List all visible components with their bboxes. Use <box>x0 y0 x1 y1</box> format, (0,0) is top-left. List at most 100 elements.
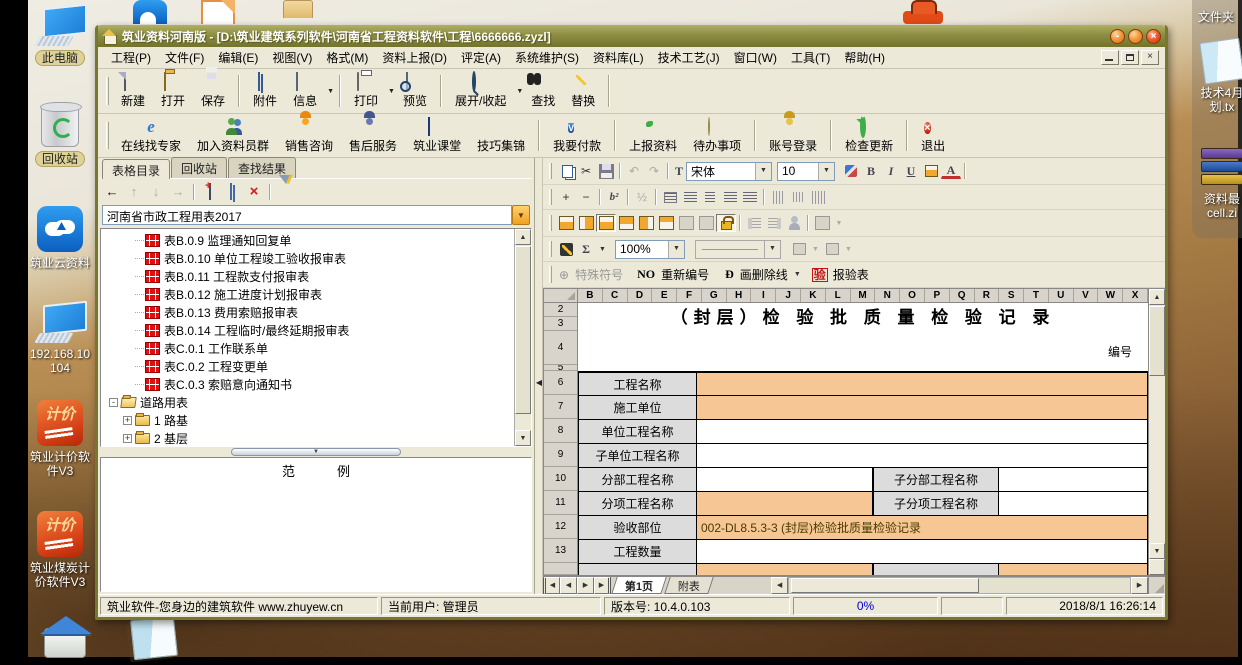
column-header[interactable]: F <box>677 289 702 302</box>
split-cell-button[interactable] <box>636 214 656 232</box>
column-header[interactable]: J <box>776 289 801 302</box>
template-combo-dropdown[interactable]: ▼ <box>512 205 530 225</box>
undo-button[interactable]: ↶ <box>624 162 644 180</box>
form-value-cell[interactable] <box>696 468 873 492</box>
menu-file[interactable]: 文件(F) <box>158 47 211 68</box>
menu-project[interactable]: 工程(P) <box>104 47 158 68</box>
mdi-restore-button[interactable] <box>1121 50 1139 65</box>
row-header[interactable]: 12 <box>544 515 577 539</box>
column-header[interactable]: E <box>652 289 677 302</box>
tree-item[interactable]: 表B.0.14 工程临时/最终延期报审表 <box>101 321 531 339</box>
nav-back-button[interactable]: ← <box>102 182 122 201</box>
vertical-dense-button[interactable] <box>808 188 828 206</box>
sales-consult-button[interactable]: 销售咨询 <box>277 115 341 157</box>
preview-button[interactable]: 预览 <box>395 70 435 112</box>
form-label-cell[interactable] <box>578 564 696 575</box>
cut-button[interactable]: ✂ <box>576 162 596 180</box>
scroll-thumb[interactable] <box>1149 306 1165 376</box>
form-label-cell[interactable]: 单位工程名称 <box>578 420 696 444</box>
tree-item[interactable]: 表B.0.13 费用索赔报审表 <box>101 303 531 321</box>
find-button[interactable]: 查找 <box>523 70 563 112</box>
form-label-cell[interactable]: 子分部工程名称 <box>873 468 998 492</box>
tree-item[interactable]: 表B.0.12 施工进度计划报审表 <box>101 285 531 303</box>
border-color-button[interactable] <box>789 240 809 258</box>
column-header[interactable]: U <box>1049 289 1074 302</box>
form-value-cell[interactable] <box>998 468 1148 492</box>
form-label-cell[interactable]: 工程名称 <box>578 371 696 396</box>
menu-format[interactable]: 格式(M) <box>319 47 375 68</box>
tree-folder[interactable]: +1 路基 <box>101 411 531 429</box>
minimize-button[interactable]: - <box>1110 29 1125 44</box>
menu-library[interactable]: 资料库(L) <box>586 47 651 68</box>
row-header[interactable]: 7 <box>544 395 577 419</box>
next-sheet-button[interactable]: ▶ <box>577 577 594 594</box>
zhuye-class-button[interactable]: 筑业课堂 <box>405 115 469 157</box>
scroll-thumb[interactable] <box>515 246 531 414</box>
row-header[interactable]: 10 <box>544 467 577 491</box>
desktop-icon-document[interactable] <box>201 0 235 24</box>
scroll-up-button[interactable]: ▲ <box>1149 289 1165 305</box>
desktop-icon-jijia-v3[interactable]: 计价 筑业计价软 件V3 <box>24 400 96 478</box>
select-all-corner[interactable] <box>544 289 578 302</box>
scroll-down-button[interactable]: ▼ <box>515 430 531 446</box>
tree-item[interactable]: 表B.0.11 工程款支付报审表 <box>101 267 531 285</box>
superscript-button[interactable]: b² <box>604 188 624 206</box>
toolbar-grip[interactable] <box>106 77 109 105</box>
column-header[interactable]: C <box>603 289 628 302</box>
maximize-button[interactable]: × <box>1128 29 1143 44</box>
tree-folder[interactable]: -道路用表 <box>101 393 531 411</box>
pay-button[interactable]: V我要付款 <box>545 115 609 157</box>
collapse-expander[interactable]: - <box>109 398 118 407</box>
desktop-icon-notepad[interactable] <box>118 618 190 658</box>
check-update-button[interactable]: 检查更新 <box>837 115 901 157</box>
expand-collapse-button[interactable]: 展开/收起 <box>447 70 514 112</box>
form-value-cell[interactable] <box>998 564 1148 575</box>
attachment-button[interactable]: 附件 <box>245 70 285 112</box>
font-color-button[interactable]: A <box>941 163 961 179</box>
row-height-increase-button[interactable] <box>744 214 764 232</box>
scroll-right-button[interactable]: ▶ <box>1131 577 1148 594</box>
info-button[interactable]: 信息 <box>285 70 325 112</box>
desktop-icon-zhuye-cloud[interactable]: 筑业云资料 <box>24 206 96 270</box>
underline-button[interactable]: U <box>901 162 921 180</box>
insert-row-button[interactable] <box>576 214 596 232</box>
form-value-cell[interactable] <box>696 420 1148 444</box>
form-label-cell[interactable]: 工程数量 <box>578 540 696 564</box>
column-header[interactable]: T <box>1024 289 1049 302</box>
desktop-icon-this-pc[interactable]: 此电脑 <box>24 6 96 66</box>
align-center-button[interactable] <box>700 188 720 206</box>
align-left-button[interactable] <box>680 188 700 206</box>
close-button[interactable]: × <box>1146 29 1161 44</box>
form-value-cell[interactable] <box>696 564 873 575</box>
menu-edit[interactable]: 编辑(E) <box>211 47 265 68</box>
tree-scrollbar[interactable]: ▲ ▼ <box>514 229 531 446</box>
account-login-button[interactable]: 账号登录 <box>761 115 825 157</box>
column-header[interactable]: O <box>900 289 925 302</box>
column-header[interactable]: V <box>1074 289 1099 302</box>
tree-item[interactable]: 表B.0.10 单位工程竣工验收报审表 <box>101 249 531 267</box>
copy-form-button[interactable] <box>222 182 242 201</box>
unmerge-cells-button[interactable] <box>696 214 716 232</box>
fill-color-button[interactable] <box>921 162 941 180</box>
panel-divider[interactable]: ◀ <box>535 158 543 594</box>
renumber-button[interactable]: 重新编号 <box>661 266 709 283</box>
column-header[interactable]: D <box>628 289 653 302</box>
row-header[interactable]: 9 <box>544 443 577 467</box>
print-button[interactable]: 打印 <box>346 70 386 112</box>
sheet-vertical-scrollbar[interactable]: ▲ ▼ <box>1148 289 1165 575</box>
fraction-button[interactable]: ½ <box>632 188 652 206</box>
form-value-cell[interactable]: 002-DL8.5.3-3 (封层)检验批质量检验记录 <box>696 516 1148 540</box>
format-painter-button[interactable] <box>841 162 861 180</box>
form-label-cell[interactable] <box>873 564 998 575</box>
titlebar[interactable]: 筑业资料河南版 - [D:\筑业建筑系列软件\河南省工程资料软件\工程\6666… <box>98 25 1165 47</box>
pattern-dropdown[interactable]: ▼ <box>832 214 846 232</box>
desktop-icon-folder[interactable] <box>283 0 313 18</box>
row-header[interactable]: 8 <box>544 419 577 443</box>
desktop-icon-car[interactable] <box>903 0 943 24</box>
nav-up-button[interactable]: ↑ <box>124 182 144 201</box>
row-header[interactable]: 11 <box>544 491 577 515</box>
column-header[interactable]: S <box>999 289 1024 302</box>
delete-row-button[interactable] <box>616 214 636 232</box>
font-name-combo[interactable]: 宋体▼ <box>686 162 772 181</box>
bold-button[interactable]: B <box>861 162 881 180</box>
